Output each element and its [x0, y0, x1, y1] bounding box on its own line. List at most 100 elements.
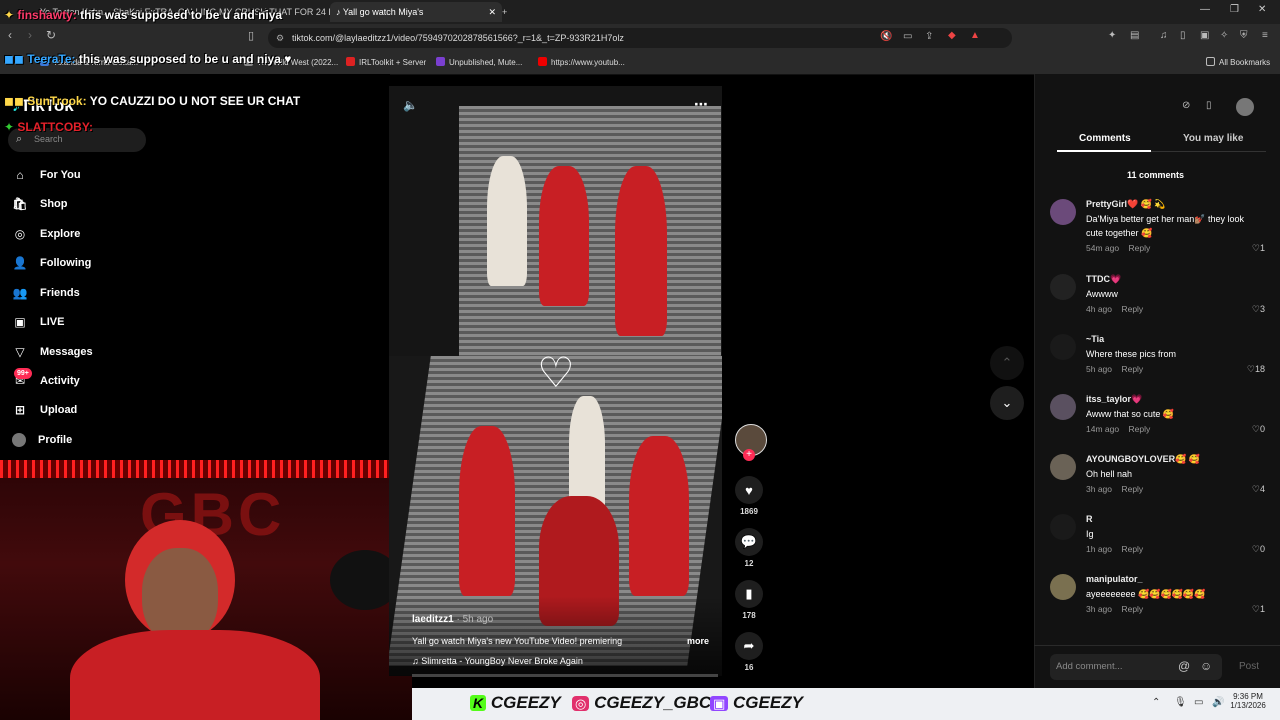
new-tab-button[interactable]: +	[496, 2, 522, 22]
commenter-name[interactable]: itss_taylor💗	[1086, 394, 1142, 405]
user-avatar[interactable]	[1236, 98, 1254, 116]
commenter-avatar[interactable]	[1050, 514, 1076, 540]
nav-live[interactable]: ▣ LIVE	[12, 315, 64, 329]
video-sound[interactable]: ♫ Slimretta - YoungBoy Never Broke Again	[412, 656, 583, 666]
nav-upload[interactable]: ⊞ Upload	[12, 403, 77, 417]
nav-explore[interactable]: ◎ Explore	[12, 227, 81, 241]
share-icon[interactable]: ⇪	[925, 31, 933, 42]
ai-icon[interactable]: ✧	[1220, 30, 1228, 41]
caption-more-button[interactable]: more	[687, 636, 709, 646]
phone-icon[interactable]: ▯	[1206, 100, 1212, 111]
pip-icon[interactable]: ▭	[903, 31, 912, 42]
commenter-avatar[interactable]	[1050, 334, 1076, 360]
add-comment-input[interactable]: Add comment... @ ☺	[1050, 654, 1222, 680]
url-field[interactable]: ⚙ tiktok.com/@laylaeditzz1/video/7594970…	[268, 28, 1012, 48]
commenter-name[interactable]: R	[1086, 514, 1093, 524]
bookmark-item[interactable]: IRLToolkit + Server	[346, 55, 426, 71]
reply-button[interactable]: Reply	[1121, 544, 1143, 554]
previous-video-button[interactable]: ⌃	[990, 346, 1024, 380]
commenter-avatar[interactable]	[1050, 454, 1076, 480]
video-progress-bar[interactable]	[412, 674, 718, 677]
maximize-icon[interactable]: ❐	[1230, 4, 1239, 15]
follow-plus-icon[interactable]: +	[743, 449, 755, 461]
more-options-icon[interactable]: ⋯	[694, 96, 708, 113]
commenter-avatar[interactable]	[1050, 394, 1076, 420]
bookmark-item[interactable]: https://www.youtub...	[538, 55, 625, 71]
like-button[interactable]: ♥ 1869	[735, 476, 763, 516]
nav-friends[interactable]: 👥 Friends	[12, 286, 80, 300]
commenter-avatar[interactable]	[1050, 574, 1076, 600]
post-button[interactable]: Post	[1239, 661, 1259, 672]
next-video-button[interactable]: ⌄	[990, 386, 1024, 420]
minimize-icon[interactable]: —	[1200, 4, 1210, 15]
wallet-icon[interactable]: ▣	[1200, 30, 1209, 41]
reply-button[interactable]: Reply	[1121, 304, 1143, 314]
commenter-avatar[interactable]	[1050, 274, 1076, 300]
mic-icon[interactable]: 🎙	[1174, 697, 1187, 708]
mention-icon[interactable]: @	[1178, 659, 1190, 673]
back-icon[interactable]: ‹	[8, 28, 12, 42]
reply-button[interactable]: Reply	[1129, 424, 1151, 434]
commenter-name[interactable]: PrettyGirl❤️ 🥰 💫	[1086, 199, 1166, 210]
commenter-avatar[interactable]	[1050, 199, 1076, 225]
brave-shield-icon[interactable]: ◆	[948, 30, 956, 41]
tab-comments[interactable]: Comments	[1079, 133, 1131, 144]
reading-icon[interactable]: ▯	[1180, 30, 1186, 41]
nav-for-you[interactable]: ⌂ For You	[12, 168, 80, 182]
reply-button[interactable]: Reply	[1129, 243, 1151, 253]
commenter-name[interactable]: manipulator_	[1086, 574, 1143, 584]
speaker-icon[interactable]: 🔊	[1212, 697, 1224, 708]
reply-button[interactable]: Reply	[1121, 484, 1143, 494]
tray-chevron-icon[interactable]: ⌃	[1152, 697, 1160, 708]
comment-like-button[interactable]: ♡1	[1252, 243, 1265, 254]
mute-tab-icon[interactable]: 🔇	[880, 31, 892, 42]
sidebar-icon[interactable]: ▤	[1130, 30, 1139, 41]
tab-you-may-like[interactable]: You may like	[1183, 133, 1243, 144]
network-icon[interactable]: ▭	[1194, 697, 1203, 708]
comment-like-button[interactable]: ♡3	[1252, 304, 1265, 315]
forward-icon[interactable]: ›	[28, 28, 32, 42]
bookmark-item[interactable]: Unpublished, Mute...	[436, 55, 522, 71]
comment-like-button[interactable]: ♡0	[1252, 544, 1265, 555]
nav-activity[interactable]: ✉ Activity 99+	[12, 368, 80, 388]
comment-item: AYOUNGBOYLOVER🥰 🥰 Oh hell nah 3h ago Rep…	[1050, 454, 1265, 498]
commenter-name[interactable]: TTDC💗	[1086, 274, 1121, 285]
extensions-icon[interactable]: ✦	[1108, 30, 1116, 41]
reply-button[interactable]: Reply	[1121, 604, 1143, 614]
close-tab-icon[interactable]: ✕	[488, 2, 496, 22]
clock[interactable]: 9:36 PM 1/13/2026	[1228, 692, 1268, 710]
site-info-icon[interactable]: ⚙	[276, 28, 284, 48]
comment-text: Oh hell nah	[1086, 469, 1133, 479]
commenter-name[interactable]: AYOUNGBOYLOVER🥰 🥰	[1086, 454, 1200, 465]
vpn-icon[interactable]: ⛨	[1240, 30, 1248, 41]
volume-icon[interactable]: 🔈	[403, 98, 418, 112]
all-bookmarks-button[interactable]: All Bookmarks	[1206, 55, 1270, 71]
nav-following[interactable]: 👤 Following	[12, 256, 92, 270]
menu-icon[interactable]: ≡	[1262, 30, 1268, 41]
reload-icon[interactable]: ↻	[46, 28, 56, 42]
comment-like-button[interactable]: ♡4	[1252, 484, 1265, 495]
comment-item: manipulator_ ayeeeeeeee 🥰🥰🥰🥰🥰🥰 3h ago Re…	[1050, 574, 1265, 618]
rewards-icon[interactable]: ▲	[970, 30, 980, 41]
close-window-icon[interactable]: ✕	[1258, 4, 1266, 15]
comment-like-button[interactable]: ♡1	[1252, 604, 1265, 615]
comment-button[interactable]: 💬 12	[735, 528, 763, 568]
media-icon[interactable]: ♫	[1160, 30, 1168, 41]
nav-profile[interactable]: Profile	[12, 433, 72, 447]
instagram-icon: ◎	[572, 696, 590, 711]
video-author[interactable]: laeditzz1 · 5h ago	[412, 614, 493, 625]
save-button[interactable]: ▮ 178	[735, 580, 763, 620]
comment-like-button[interactable]: ♡18	[1247, 364, 1265, 375]
send-icon[interactable]: ⊘	[1182, 100, 1190, 111]
emoji-icon[interactable]: ☺	[1200, 659, 1212, 673]
nav-shop[interactable]: 🛍 Shop	[12, 197, 67, 211]
share-button[interactable]: ➦ 16	[735, 632, 763, 672]
browser-tab-active[interactable]: ♪ Yall go watch Miya's ✕	[330, 2, 502, 22]
video-player[interactable]: ♡ 🔈 ⋯ laeditzz1 · 5h ago Yall go watch M…	[389, 86, 722, 676]
reply-button[interactable]: Reply	[1121, 364, 1143, 374]
bookmark-page-icon[interactable]: ▯	[248, 29, 254, 42]
nav-messages[interactable]: ▽ Messages	[12, 345, 92, 359]
author-avatar[interactable]: +	[735, 424, 767, 461]
commenter-name[interactable]: ~Tia	[1086, 334, 1104, 344]
comment-like-button[interactable]: ♡0	[1252, 424, 1265, 435]
